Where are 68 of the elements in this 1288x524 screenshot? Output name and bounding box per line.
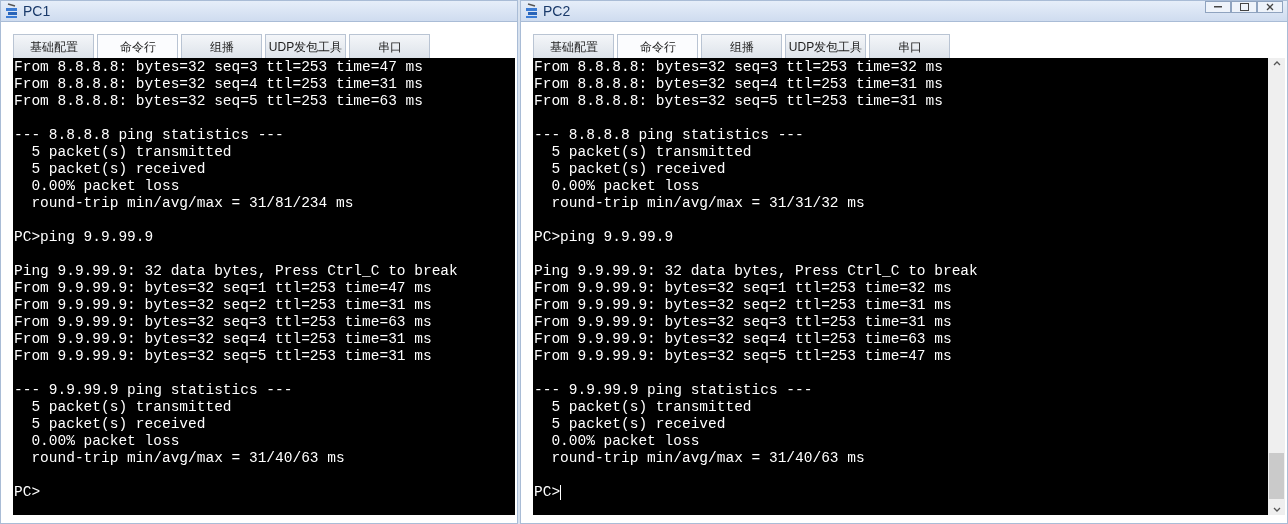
terminal-line: 5 packet(s) received [30,416,206,433]
terminal-line: From 8.8.8.8: bytes=32 seq=3 ttl=253 time=47 ms [14,59,423,76]
tab[interactable]: UDP发包工具 [785,34,866,58]
terminal-line: From 8.8.8.8: bytes=32 seq=3 ttl=253 time=32 ms [534,59,943,76]
terminal-line: From 9.9.99.9: bytes=32 seq=3 ttl=253 time=31 ms [534,314,952,331]
terminal-line: round-trip min/avg/max = 31/81/234 ms [30,195,354,212]
terminal-line: From 9.9.99.9: bytes=32 seq=5 ttl=253 time=47 ms [534,348,952,365]
terminal-line: --- 9.9.99.9 ping statistics --- [14,382,293,399]
scroll-up-icon [1272,61,1281,66]
terminal-line: From 9.9.99.9: bytes=32 seq=1 ttl=253 time=32 ms [534,280,952,297]
terminal-line: --- 9.9.99.9 ping statistics --- [534,382,813,399]
terminal-line: From 8.8.8.8: bytes=32 seq=5 ttl=253 time=31 ms [534,93,943,110]
terminal-line: From 8.8.8.8: bytes=32 seq=4 ttl=253 time=31 ms [534,76,943,93]
tab[interactable]: 命令行 [97,34,178,58]
scrollbar[interactable] [1268,58,1285,515]
terminal-line: From 9.9.99.9: bytes=32 seq=3 ttl=253 time=63 ms [14,314,432,331]
terminal-line: From 9.9.99.9: bytes=32 seq=4 ttl=253 time=31 ms [14,331,432,348]
terminal-line: 5 packet(s) transmitted [30,399,232,416]
maximize-button[interactable] [1231,1,1257,13]
terminal-line: 5 packet(s) transmitted [30,144,232,161]
minimize-icon [1214,6,1222,8]
terminal-line: 5 packet(s) received [550,161,726,178]
terminal-line: round-trip min/avg/max = 31/31/32 ms [550,195,865,212]
tab[interactable]: 组播 [701,34,782,58]
network-icon [525,3,539,19]
tab[interactable]: 基础配置 [533,34,614,58]
network-icon [5,3,19,19]
terminal-line: 0.00% packet loss [30,178,180,195]
minimize-button[interactable] [1205,1,1231,13]
terminal-line: 5 packet(s) transmitted [550,399,752,416]
terminal-line: PC>ping 9.9.99.9 [534,229,674,246]
tab[interactable]: 基础配置 [13,34,94,58]
terminal-line: 0.00% packet loss [550,178,700,195]
terminal-line: From 9.9.99.9: bytes=32 seq=4 ttl=253 time=63 ms [534,331,952,348]
tab[interactable]: UDP发包工具 [265,34,346,58]
terminal-line: round-trip min/avg/max = 31/40/63 ms [30,450,345,467]
terminal-line: PC>ping 9.9.99.9 [14,229,154,246]
tab[interactable]: 串口 [869,34,950,58]
tab[interactable]: 组播 [181,34,262,58]
scroll-down-icon [1272,507,1281,512]
terminal[interactable] [533,58,1268,515]
terminal-line: 5 packet(s) received [550,416,726,433]
terminal-line: --- 8.8.8.8 ping statistics --- [534,127,804,144]
terminal-line: Ping 9.9.99.9: 32 data bytes, Press Ctrl_C to break [14,263,458,280]
terminal-line: From 8.8.8.8: bytes=32 seq=5 ttl=253 time=63 ms [14,93,423,110]
terminal-line: From 9.9.99.9: bytes=32 seq=2 ttl=253 time=31 ms [534,297,952,314]
terminal-line: From 8.8.8.8: bytes=32 seq=4 ttl=253 time=31 ms [14,76,423,93]
tab[interactable]: 命令行 [617,34,698,58]
close-button[interactable] [1257,1,1283,13]
close-icon [1266,3,1274,11]
terminal-line: Ping 9.9.99.9: 32 data bytes, Press Ctrl_C to break [534,263,978,280]
terminal-line: 5 packet(s) transmitted [550,144,752,161]
terminal[interactable] [13,58,515,515]
terminal-line: --- 8.8.8.8 ping statistics --- [14,127,284,144]
terminal-line: 0.00% packet loss [550,433,700,450]
terminal-line: PC> [534,484,561,501]
terminal-line: 5 packet(s) received [30,161,206,178]
maximize-icon [1239,3,1249,11]
terminal-line: From 9.9.99.9: bytes=32 seq=1 ttl=253 time=47 ms [14,280,432,297]
window-title: PC2 [543,1,571,21]
tab[interactable]: 串口 [349,34,430,58]
scrollbar-thumb[interactable] [1269,453,1284,499]
terminal-line: From 9.9.99.9: bytes=32 seq=2 ttl=253 time=31 ms [14,297,432,314]
terminal-line: round-trip min/avg/max = 31/40/63 ms [550,450,865,467]
terminal-line: From 9.9.99.9: bytes=32 seq=5 ttl=253 time=31 ms [14,348,432,365]
window-title: PC1 [23,1,51,21]
terminal-line: 0.00% packet loss [30,433,180,450]
terminal-line: PC> [14,484,41,501]
